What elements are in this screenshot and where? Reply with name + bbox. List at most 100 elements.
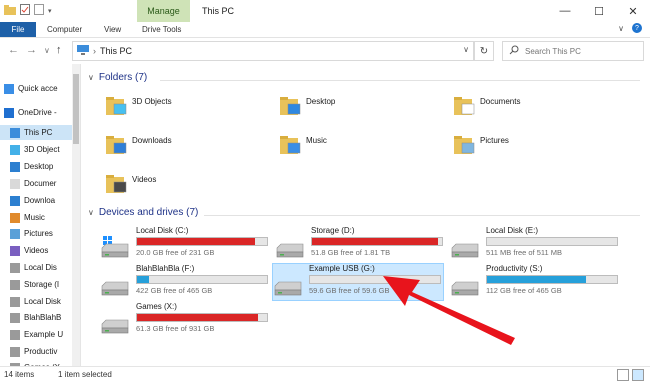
nav-item-label: Documer — [24, 179, 57, 188]
folder-item[interactable]: Documents — [454, 95, 604, 125]
nav-item[interactable]: Example U — [0, 327, 80, 342]
nav-item[interactable]: Local Dis — [0, 260, 80, 275]
new-folder-icon[interactable] — [34, 4, 44, 17]
nav-item[interactable]: Downloa — [0, 193, 80, 208]
folder-item[interactable]: Desktop — [280, 95, 430, 125]
download-icon — [106, 136, 127, 154]
nav-item[interactable]: Quick acce — [0, 81, 76, 96]
help-icon[interactable]: ? — [632, 23, 642, 33]
computer-icon — [77, 45, 89, 57]
drive-item[interactable]: Example USB (G:) 59.6 GB free of 59.6 GB — [272, 263, 444, 301]
recent-locations-icon[interactable]: ∨ — [44, 46, 50, 55]
nav-item[interactable]: Music — [0, 210, 80, 225]
drive-name: Productivity (S:) — [486, 264, 543, 273]
group-header-folders[interactable]: ∨ Folders (7) — [88, 72, 147, 83]
tab-view[interactable]: View — [104, 22, 121, 37]
drive-item[interactable]: Storage (D:) 51.8 GB free of 1.81 TB — [275, 226, 445, 262]
nav-item[interactable]: Productiv — [0, 344, 80, 359]
expand-ribbon-icon[interactable]: ∨ — [618, 24, 624, 33]
video-icon — [10, 245, 20, 256]
nav-item-label: Quick acce — [18, 84, 58, 93]
folder-item[interactable]: Videos — [106, 173, 256, 203]
search-icon — [509, 45, 519, 57]
drive-free-space: 112 GB free of 465 GB — [486, 286, 562, 295]
drive-icon — [10, 262, 20, 273]
drive-free-space: 59.6 GB free of 59.6 GB — [309, 286, 390, 295]
drive-item[interactable]: BlahBlahBla (F:) 422 GB free of 465 GB — [100, 264, 270, 300]
search-box[interactable] — [502, 41, 644, 61]
title-bar: ▾ Manage This PC — ☐ ✕ — [0, 0, 650, 22]
nav-item-label: This PC — [24, 128, 53, 137]
forward-icon[interactable]: → — [26, 44, 37, 56]
nav-item[interactable]: Pictures — [0, 226, 80, 241]
tab-computer[interactable]: Computer — [47, 22, 82, 37]
drive-item[interactable]: Productivity (S:) 112 GB free of 465 GB — [450, 264, 620, 300]
drive-usage-bar — [136, 313, 268, 322]
tab-drive-tools[interactable]: Drive Tools — [142, 22, 181, 37]
nav-item[interactable]: This PC — [0, 125, 80, 140]
desktop-icon — [280, 97, 301, 115]
nav-item[interactable]: Local Disk — [0, 294, 80, 309]
folder-icon — [4, 4, 16, 17]
nav-item-label: 3D Object — [24, 145, 60, 154]
maximize-icon[interactable]: ☐ — [582, 0, 616, 22]
drive-name: Example USB (G:) — [309, 264, 375, 273]
folder-name: Documents — [480, 97, 521, 106]
breadcrumb[interactable]: This PC — [100, 46, 132, 56]
drive-icon — [101, 319, 129, 334]
collapse-chevron-icon[interactable]: ∨ — [88, 208, 94, 217]
customize-toolbar-icon[interactable]: ▾ — [48, 7, 52, 15]
search-input[interactable] — [523, 45, 637, 57]
tab-manage[interactable]: Manage — [137, 0, 190, 22]
drive-usage-bar — [136, 275, 268, 284]
address-dropdown-icon[interactable]: ∨ — [463, 45, 469, 54]
drive-item[interactable]: Local Disk (E:) 511 MB free of 511 MB — [450, 226, 620, 262]
drive-name: Local Disk (C:) — [136, 226, 189, 235]
nav-item[interactable]: 3D Object — [0, 142, 80, 157]
folder-name: 3D Objects — [132, 97, 172, 106]
group-title: Folders (7) — [98, 72, 148, 83]
drive-item[interactable]: Local Disk (C:) 20.0 GB free of 231 GB — [100, 226, 270, 262]
collapse-chevron-icon[interactable]: ∨ — [88, 73, 94, 82]
drive-item[interactable]: Games (X:) 61.3 GB free of 931 GB — [100, 302, 270, 338]
drive-icon — [10, 346, 20, 357]
drive-icon — [101, 281, 129, 296]
group-header-drives[interactable]: ∨ Devices and drives (7) — [88, 207, 198, 218]
nav-item[interactable]: Desktop — [0, 159, 80, 174]
drive-usage-bar — [136, 237, 268, 246]
tab-file[interactable]: File — [0, 22, 36, 37]
drive-free-space: 20.0 GB free of 231 GB — [136, 248, 215, 257]
drive-name: BlahBlahBla (F:) — [136, 264, 195, 273]
nav-item[interactable]: OneDrive - — [0, 105, 76, 120]
properties-icon[interactable] — [20, 4, 30, 17]
drive-icon — [274, 281, 302, 296]
nav-item[interactable]: Videos — [0, 243, 80, 258]
nav-item-label: BlahBlahB — [24, 313, 62, 322]
back-icon[interactable]: ← — [8, 44, 19, 56]
nav-item[interactable]: BlahBlahB — [0, 310, 80, 325]
folder-name: Videos — [132, 175, 157, 184]
address-bar[interactable]: › This PC ∨ — [72, 41, 474, 61]
document-icon — [10, 178, 20, 189]
folder-item[interactable]: Music — [280, 134, 430, 164]
nav-item[interactable]: Storage (I — [0, 277, 80, 292]
nav-item-label: Pictures — [24, 229, 53, 238]
folder-item[interactable]: Pictures — [454, 134, 604, 164]
nav-scrollbar-thumb[interactable] — [73, 74, 79, 144]
folder-item[interactable]: Downloads — [106, 134, 256, 164]
up-icon[interactable]: ↑ — [56, 44, 62, 56]
nav-item-label: Storage (I — [24, 280, 60, 289]
minimize-icon[interactable]: — — [548, 0, 582, 22]
drive-free-space: 61.3 GB free of 931 GB — [136, 324, 215, 333]
close-icon[interactable]: ✕ — [616, 0, 650, 22]
group-divider — [160, 80, 640, 81]
drive-usage-bar — [311, 237, 443, 246]
details-view-icon[interactable] — [617, 369, 629, 381]
status-bar: 14 items 1 item selected — [0, 366, 650, 383]
breadcrumb-chevron-icon[interactable]: › — [93, 46, 96, 56]
folder-item[interactable]: 3D Objects — [106, 95, 256, 125]
nav-scrollbar[interactable] — [72, 64, 80, 366]
large-icons-view-icon[interactable] — [632, 369, 644, 381]
refresh-icon[interactable]: ↻ — [474, 41, 494, 61]
nav-item[interactable]: Documer — [0, 176, 80, 191]
